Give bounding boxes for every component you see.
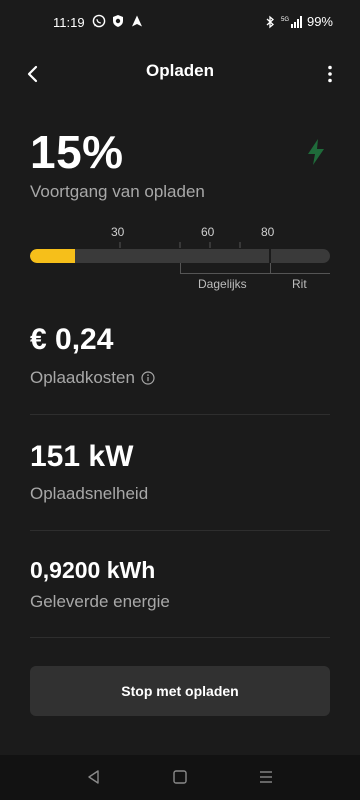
scale-label-60: 60 bbox=[201, 225, 215, 239]
app-bar: Opladen bbox=[0, 46, 360, 102]
charge-speed-label: Oplaadsnelheid bbox=[30, 484, 149, 503]
stop-charging-button[interactable]: Stop met opladen bbox=[30, 666, 330, 716]
divider bbox=[30, 530, 330, 531]
charge-progress-bar bbox=[30, 249, 330, 263]
charge-progress-fill bbox=[30, 249, 75, 263]
bluetooth-icon bbox=[266, 15, 274, 28]
recents-menu-icon[interactable] bbox=[258, 769, 274, 785]
page-title: Opladen bbox=[145, 61, 214, 80]
home-square-icon[interactable] bbox=[172, 769, 188, 785]
scale-label-80: 80 bbox=[261, 225, 275, 239]
divider bbox=[30, 637, 330, 638]
energy-delivered-label: Geleverde energie bbox=[30, 592, 170, 611]
charge-cost-label: Oplaadkosten bbox=[30, 368, 135, 387]
5g-signal-icon: 5G bbox=[281, 15, 302, 28]
whatsapp-icon bbox=[92, 14, 106, 28]
scale-label-30: 30 bbox=[111, 225, 125, 239]
charge-cost-value: € 0,24 bbox=[30, 323, 114, 356]
divider bbox=[30, 414, 330, 415]
status-right: 5G 99% bbox=[263, 14, 333, 29]
range-bracket-divider bbox=[270, 263, 271, 274]
system-nav-bar bbox=[0, 755, 360, 800]
info-icon[interactable] bbox=[141, 371, 155, 385]
charge-limit-marker[interactable] bbox=[269, 249, 271, 263]
battery-percent: 99% bbox=[306, 14, 333, 29]
lightning-bolt-icon bbox=[308, 139, 324, 165]
range-bracket bbox=[180, 263, 330, 274]
range-label-daily: Dagelijks bbox=[198, 277, 247, 291]
charge-progress-label: Voortgang van opladen bbox=[30, 182, 205, 201]
scale-ticks bbox=[119, 242, 241, 248]
more-options-button[interactable] bbox=[318, 60, 342, 88]
charge-percent: 15% bbox=[30, 126, 124, 178]
navigation-arrow-icon bbox=[132, 15, 142, 27]
back-triangle-icon[interactable] bbox=[86, 769, 102, 785]
charge-speed-value: 151 kW bbox=[30, 440, 134, 473]
status-time: 11:19 bbox=[53, 15, 85, 30]
energy-delivered-value: 0,9200 kWh bbox=[30, 557, 156, 583]
more-vertical-icon bbox=[328, 65, 332, 83]
status-left-icons bbox=[92, 14, 144, 28]
status-bar: 11:19 5G 99% bbox=[0, 0, 360, 46]
range-label-trip: Rit bbox=[292, 277, 307, 291]
charge-cost-row: Oplaadkosten bbox=[30, 368, 155, 388]
shield-icon bbox=[113, 15, 123, 27]
network-label: 5G bbox=[281, 17, 289, 23]
